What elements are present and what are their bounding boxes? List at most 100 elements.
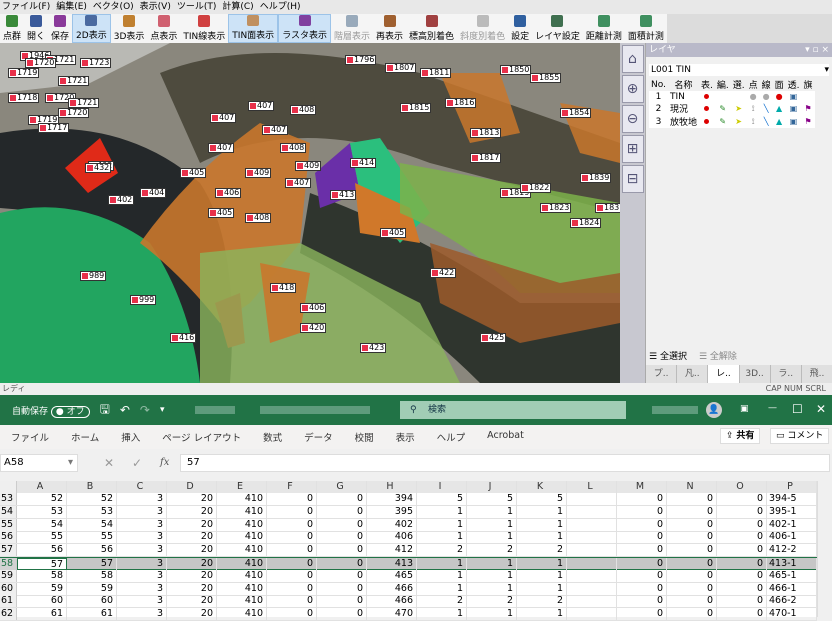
map-point-label[interactable]: 420 [300,323,327,333]
cell[interactable]: 1 [517,569,567,582]
cell[interactable]: 20 [167,582,217,595]
flag-icon-toggle[interactable]: ⚑ [802,102,815,115]
cell[interactable]: 52 [67,493,117,505]
cell[interactable] [567,505,617,518]
cell[interactable]: 1 [517,608,567,621]
cell[interactable]: 2 [467,595,517,608]
cell[interactable]: 53 [67,505,117,518]
cell[interactable]: 1 [467,582,517,595]
cell[interactable]: 1 [467,518,517,531]
column-header[interactable]: K [517,481,567,493]
cell[interactable]: 0 [267,558,317,570]
cell[interactable]: 0 [617,493,667,505]
column-header[interactable]: O [717,481,767,493]
map-point-label[interactable]: 1719 [8,68,40,78]
cell[interactable]: 410 [217,558,267,570]
cell[interactable]: 0 [667,608,717,621]
enter-icon[interactable]: ✓ [132,456,142,470]
cell[interactable]: 2 [517,595,567,608]
cell[interactable]: 20 [167,569,217,582]
column-header[interactable]: N [667,481,717,493]
map-point-label[interactable]: 407 [248,101,275,111]
visible-toggle[interactable] [699,91,715,102]
cell[interactable]: 60 [17,595,67,608]
map-point-label[interactable]: 1813 [470,128,502,138]
line-icon-toggle[interactable]: ╲ [760,115,773,128]
cell[interactable]: 1 [517,558,567,570]
minimize-icon[interactable]: — [768,403,777,413]
map-point-label[interactable]: 1807 [385,63,417,73]
cell[interactable] [567,493,617,505]
cell[interactable]: 0 [267,518,317,531]
transparency-icon-toggle[interactable]: ▣ [786,102,802,115]
map-point-label[interactable]: 1854 [560,108,592,118]
cell[interactable]: 466-1 [767,582,817,595]
menu-item[interactable]: ファイル(F) [2,0,50,14]
cell[interactable]: 3 [117,558,167,570]
edit-icon-toggle[interactable]: ✎ [715,102,731,115]
map-point-label[interactable]: 989 [80,271,107,281]
cell[interactable]: 410 [217,569,267,582]
cell[interactable]: 406 [367,531,417,544]
cell[interactable]: 3 [117,493,167,505]
cell[interactable]: 0 [717,608,767,621]
map-point-label[interactable]: 414 [350,158,377,168]
cell[interactable]: 1 [517,518,567,531]
cell[interactable]: 413 [367,558,417,570]
cell[interactable]: 3 [117,531,167,544]
cell[interactable]: 410 [217,608,267,621]
cell[interactable]: 58 [67,569,117,582]
ribbon-tab[interactable]: データ [293,430,344,444]
cell[interactable] [567,595,617,608]
cell[interactable]: 0 [317,493,367,505]
avatar[interactable]: 👤 [706,402,722,418]
map-point-label[interactable]: 1796 [345,55,377,65]
cell[interactable] [567,558,617,570]
formula-input[interactable]: 57 [180,454,830,472]
column-header[interactable]: C [117,481,167,493]
table-row[interactable]: 53 52 52 3 20 410 0 0 394 5 5 5 0 0 0 394-5 [0,493,817,506]
table-row[interactable]: 59 58 58 3 20 410 0 0 465 1 1 1 0 0 0 465-1 [0,569,817,583]
column-header[interactable]: A [17,481,67,493]
map-point-label[interactable]: 409 [295,161,322,171]
polygon-icon-toggle[interactable]: ▲ [773,102,786,115]
ribbon-tab[interactable]: ページ レイアウト [151,430,252,444]
column-header[interactable]: E [217,481,267,493]
map-point-label[interactable]: 413 [330,190,357,200]
table-row[interactable]: 55 54 54 3 20 410 0 0 402 1 1 1 0 0 0 402-1 [0,518,817,532]
menu-item[interactable]: 編集(E) [56,0,87,14]
map-point-label[interactable]: 999 [130,295,157,305]
map-point-label[interactable]: 423 [360,343,387,353]
table-row[interactable]: 54 53 53 3 20 410 0 0 395 1 1 1 0 0 0 395-1 [0,505,817,519]
cell[interactable]: 58 [17,569,67,582]
cell[interactable]: 0 [617,595,667,608]
column-header[interactable]: G [317,481,367,493]
map-point-label[interactable]: 405 [180,168,207,178]
cell[interactable]: 410 [217,544,267,557]
row-header[interactable]: 54 [0,505,17,518]
cell[interactable]: 3 [117,544,167,557]
row-header[interactable]: 55 [0,518,17,531]
layer-row[interactable]: 1 TIN ● ● ● ▣ [649,91,815,102]
cell[interactable]: 406-1 [767,531,817,544]
table-row[interactable]: 61 60 60 3 20 410 0 0 466 2 2 2 0 0 0 466-2 [0,595,817,609]
map-point-label[interactable]: 1816 [445,98,477,108]
cell[interactable]: 466 [367,582,417,595]
cell[interactable]: 2 [417,595,467,608]
cell[interactable]: 0 [717,493,767,505]
cell[interactable]: 0 [267,505,317,518]
ribbon-tab[interactable]: ホーム [60,430,110,444]
name-box[interactable]: A58 ▾ [0,454,78,472]
cell[interactable]: 3 [117,608,167,621]
cell[interactable]: 410 [217,505,267,518]
layer-panel-tab[interactable]: 飛.. [802,365,832,383]
map-point-label[interactable]: 1837 [595,203,620,213]
ribbon-tab[interactable]: 校閲 [344,430,385,444]
map-point-label[interactable]: 1721 [68,98,100,108]
table-row[interactable]: 57 56 56 3 20 410 0 0 412 2 2 2 0 0 0 412-2 [0,544,817,558]
cell[interactable]: 470-1 [767,608,817,621]
layer-select[interactable]: L001 TIN ▾ [649,64,829,76]
cell[interactable]: 59 [17,582,67,595]
cell[interactable]: 0 [667,595,717,608]
map-point-label[interactable]: 407 [210,113,237,123]
